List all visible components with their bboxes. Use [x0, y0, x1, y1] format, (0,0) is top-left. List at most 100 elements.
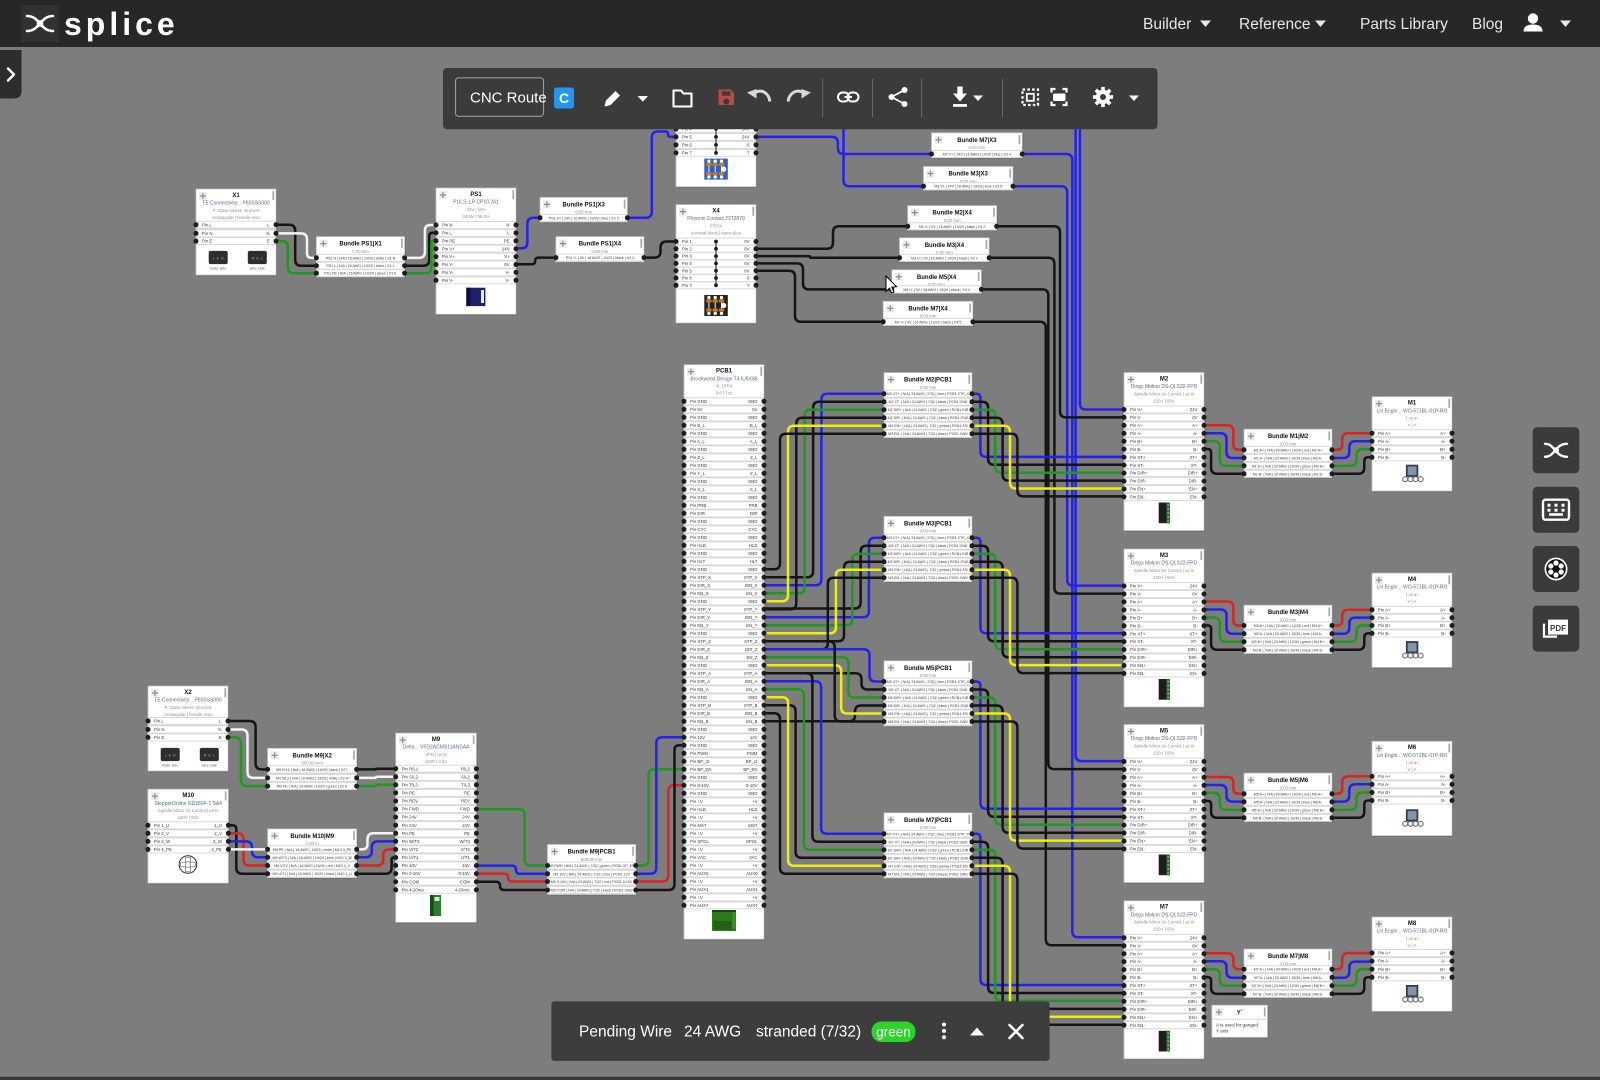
svg-text:0V: 0V — [744, 246, 749, 251]
svg-text:Delta... VFD2ACMS11ANSAA: Delta... VFD2ACMS11ANSAA — [403, 745, 470, 751]
svg-text:B+: B+ — [1440, 623, 1446, 628]
svg-text:Pin PE: Pin PE — [402, 831, 415, 836]
svg-text:terminal block | name plus: terminal block | name plus — [691, 230, 741, 235]
svg-text:BP_I2: BP_I2 — [746, 759, 758, 764]
svg-text:Bundle M1|M2: Bundle M1|M2 — [1268, 434, 1309, 440]
svg-text:Pin L: Pin L — [154, 719, 164, 724]
svg-text:Pin XTP_X: Pin XTP_X — [690, 575, 711, 580]
svg-text:male side: male side — [162, 762, 179, 767]
svg-text:M2 XT+ | N/A | 24 AWG | 7/32 |: M2 XT+ | N/A | 24 AWG | 7/32 | blue | PC… — [887, 392, 970, 396]
svg-text:M7 EN- | N/A | 24 AWG | 7/32 |: M7 EN- | N/A | 24 AWG | 7/32 | black | P… — [888, 872, 968, 876]
svg-text:XTP_Y: XTP_Y — [744, 607, 758, 612]
svg-text:M5 DIR+ | N/A | 24 AWG | 7/32: M5 DIR+ | N/A | 24 AWG | 7/32 | green | … — [888, 696, 969, 700]
svg-text:M7: M7 — [1160, 905, 1169, 911]
svg-text:Pin B+: Pin B+ — [1378, 447, 1391, 452]
svg-text:Phoenix Contact 2272870: Phoenix Contact 2272870 — [687, 216, 745, 222]
svg-text:EN_B: EN_B — [746, 719, 757, 724]
svg-text:N: N — [266, 231, 269, 236]
svg-text:SPGL: SPGL — [746, 839, 758, 844]
svg-text:PWM: PWM — [747, 751, 758, 756]
svg-text:PS1 N | N/A | 16 AWG | 19/29 |: PS1 N | N/A | 16 AWG | 19/29 | white | X… — [326, 256, 396, 260]
svg-text:PE: PE — [464, 831, 470, 836]
svg-text:PS1 PE | N/A | 16 AWG | 19/29: PS1 PE | N/A | 16 AWG | 19/29 | green | … — [324, 272, 397, 276]
svg-text:Pin XTP_Z: Pin XTP_Z — [690, 639, 711, 644]
svg-text:GND: GND — [748, 727, 758, 732]
svg-text:Bundle M3|M4: Bundle M3|M4 — [1268, 610, 1309, 616]
svg-text:PCB1: PCB1 — [716, 369, 733, 375]
svg-text:A-: A- — [1441, 782, 1446, 787]
svg-text:Pin 7: Pin 7 — [682, 283, 692, 288]
svg-text:B_L: B_L — [750, 423, 758, 428]
svg-text:FWD: FWD — [460, 807, 470, 812]
svg-text:A-: A- — [1193, 783, 1198, 788]
svg-text:M1: M1 — [1408, 401, 1417, 407]
svg-text:Bundle M7|M8: Bundle M7|M8 — [1268, 954, 1309, 960]
svg-text:Pin V+: Pin V+ — [1130, 407, 1143, 412]
svg-text:120V | 3.5A: 120V | 3.5A — [425, 759, 448, 764]
svg-text:24V: 24V — [502, 246, 510, 251]
svg-text:M8: M8 — [1408, 921, 1417, 927]
svg-text:XTP_B: XTP_B — [744, 703, 758, 708]
svg-text:0V: 0V — [504, 262, 509, 267]
svg-text:0-10V: 0-10V — [746, 783, 758, 788]
svg-text:X4: X4 — [712, 208, 720, 214]
svg-text:M5 B+ | N/A | 20 AWG | 10/30 |: M5 B+ | N/A | 20 AWG | 10/30 | green | M… — [1252, 808, 1325, 812]
svg-text:Pin 3: Pin 3 — [682, 254, 692, 259]
svg-text:Pin L: Pin L — [202, 222, 212, 227]
svg-text:Pin Y_L: Pin Y_L — [690, 471, 706, 476]
svg-text:Pin EN-: Pin EN- — [1130, 1023, 1145, 1028]
svg-text:N: N — [218, 727, 221, 732]
svg-text:Builder: Builder — [1143, 16, 1191, 33]
svg-text:splice: splice — [64, 6, 179, 42]
svg-text:R/L1: R/L1 — [461, 766, 471, 771]
svg-text:Y`: Y` — [1237, 1011, 1243, 1017]
svg-text:stranded (7/32): stranded (7/32) — [756, 1024, 861, 1041]
svg-text:Pin X_L: Pin X_L — [690, 487, 706, 492]
svg-text:Pin A+: Pin A+ — [1378, 951, 1391, 956]
svg-text:24V: 24V — [462, 823, 470, 828]
svg-text:Pin EN-: Pin EN- — [1130, 495, 1145, 500]
svg-text:Pin +V: Pin +V — [690, 847, 703, 852]
svg-text:Pin GND: Pin GND — [690, 463, 707, 468]
svg-text:+V: +V — [752, 831, 758, 836]
svg-text:M4: M4 — [1408, 577, 1417, 583]
svg-text:Pin V+: Pin V+ — [1130, 584, 1143, 589]
svg-text:XTP_X: XTP_X — [744, 575, 758, 580]
svg-text:E: E — [267, 239, 270, 244]
svg-text:Pin 10V: Pin 10V — [402, 863, 417, 868]
svg-text:PS1 V- | 0V | 16 AWG | 19/29 |: PS1 V- | 0V | 16 AWG | 19/29 | black | X… — [566, 256, 634, 260]
svg-text:Pin B-: Pin B- — [1130, 447, 1142, 452]
svg-text:Pin B+: Pin B+ — [1378, 790, 1391, 795]
svg-text:Pin REV: Pin REV — [402, 799, 418, 804]
svg-text:M5 XT- | N/A | 24 AWG | 7/32 |: M5 XT- | N/A | 24 AWG | 7/32 | black | P… — [888, 688, 967, 692]
svg-text:V | A: V | A — [1408, 423, 1417, 428]
svg-text:M9 S/L2 | N/A | 16 AWG | 19/29: M9 S/L2 | N/A | 16 AWG | 19/29 | white |… — [276, 776, 349, 780]
svg-text:Pin DIR_Z: Pin DIR_Z — [690, 647, 710, 652]
svg-text:Pin B+: Pin B+ — [1130, 791, 1143, 796]
svg-text:EN-: EN- — [1190, 1023, 1198, 1028]
svg-text:PE: PE — [504, 238, 510, 243]
svg-text:Spindle Motor Air Control | oz: Spindle Motor Air Control | oz-in — [1134, 920, 1195, 925]
svg-text:XTP_Z: XTP_Z — [744, 639, 758, 644]
svg-text:Blog: Blog — [1472, 16, 1503, 33]
svg-text:PDF: PDF — [1550, 624, 1566, 633]
svg-text:Bundle PS1|X3: Bundle PS1|X3 — [563, 202, 606, 208]
svg-text:Pin B+: Pin B+ — [1378, 623, 1391, 628]
svg-text:M7 DIR- | N/A | 24 AWG | 7/32: M7 DIR- | N/A | 24 AWG | 7/32 | black | … — [888, 856, 969, 860]
svg-text:Bundle PS1|X1: Bundle PS1|X1 — [339, 242, 382, 248]
svg-text:M2 V- | 0V | 16 AWG | 19/29 |: M2 V- | 0V | 16 AWG | 19/29 | black | X4… — [919, 225, 985, 229]
svg-text:+V: +V — [752, 847, 758, 852]
svg-text:1_U: 1_U — [214, 823, 222, 828]
svg-text:Y axis: Y axis — [1216, 1029, 1229, 1034]
svg-text:Pin DIR+: Pin DIR+ — [1130, 823, 1148, 828]
svg-text:B-: B- — [1441, 975, 1446, 980]
svg-text:M5 B- | N/A | 20 AWG | 10/30 |: M5 B- | N/A | 20 AWG | 10/30 | black | M… — [1253, 816, 1324, 820]
svg-text:0V: 0V — [744, 261, 749, 266]
svg-text:M2 EN+ | N/A | 24 AWG | 7/32 |: M2 EN+ | N/A | 24 AWG | 7/32 | yellow | … — [888, 424, 968, 428]
svg-text:Pin GND: Pin GND — [690, 535, 707, 540]
svg-text:HLT: HLT — [750, 559, 758, 564]
svg-text:EN+: EN+ — [1189, 839, 1198, 844]
svg-text:Pin A+: Pin A+ — [1378, 607, 1391, 612]
svg-text:Pin DIR_A: Pin DIR_A — [690, 679, 710, 684]
svg-text:Pin V+: Pin V+ — [442, 246, 455, 251]
